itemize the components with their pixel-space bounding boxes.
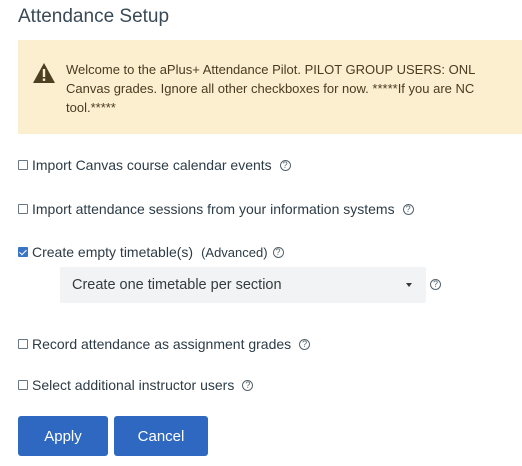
option-import-sessions[interactable]: Import attendance sessions from your inf…: [18, 201, 414, 217]
apply-button[interactable]: Apply: [18, 416, 108, 456]
option-import-calendar[interactable]: Import Canvas course calendar events ?: [18, 157, 291, 173]
create-timetable-checkbox[interactable]: [18, 247, 28, 257]
help-icon[interactable]: ?: [402, 203, 414, 215]
import-calendar-label: Import Canvas course calendar events: [32, 157, 272, 173]
import-sessions-checkbox[interactable]: [18, 204, 28, 214]
help-icon[interactable]: ?: [299, 338, 311, 350]
warning-banner: Welcome to the aPlus+ Attendance Pilot. …: [18, 40, 522, 134]
help-icon[interactable]: ?: [279, 159, 291, 171]
warning-line-1: Welcome to the aPlus+ Attendance Pilot. …: [66, 62, 476, 77]
cancel-button[interactable]: Cancel: [114, 416, 208, 456]
help-icon[interactable]: ?: [242, 379, 254, 391]
option-record-grades[interactable]: Record attendance as assignment grades ?: [18, 336, 311, 352]
option-select-instructors[interactable]: Select additional instructor users ?: [18, 377, 254, 393]
timetable-select[interactable]: Create one timetable per section: [60, 267, 426, 303]
record-grades-checkbox[interactable]: [18, 339, 28, 349]
warning-line-2: Canvas grades. Ignore all other checkbox…: [66, 81, 475, 96]
warning-message: Welcome to the aPlus+ Attendance Pilot. …: [66, 60, 522, 117]
help-icon[interactable]: ?: [272, 246, 284, 258]
import-sessions-label: Import attendance sessions from your inf…: [32, 201, 395, 217]
advanced-tag: (Advanced): [201, 244, 268, 260]
warning-triangle-icon: [33, 63, 55, 83]
option-create-timetable[interactable]: Create empty timetable(s) (Advanced) ?: [18, 244, 284, 260]
page-title: Attendance Setup: [18, 6, 170, 27]
select-instructors-label: Select additional instructor users: [32, 377, 235, 393]
chevron-down-icon: [406, 283, 412, 287]
select-instructors-checkbox[interactable]: [18, 380, 28, 390]
timetable-select-value: Create one timetable per section: [72, 277, 282, 293]
import-calendar-checkbox[interactable]: [18, 160, 28, 170]
record-grades-label: Record attendance as assignment grades: [32, 336, 292, 352]
help-icon[interactable]: ?: [430, 279, 441, 290]
warning-line-3: tool.*****: [66, 100, 116, 115]
create-timetable-label: Create empty timetable(s): [32, 244, 194, 260]
